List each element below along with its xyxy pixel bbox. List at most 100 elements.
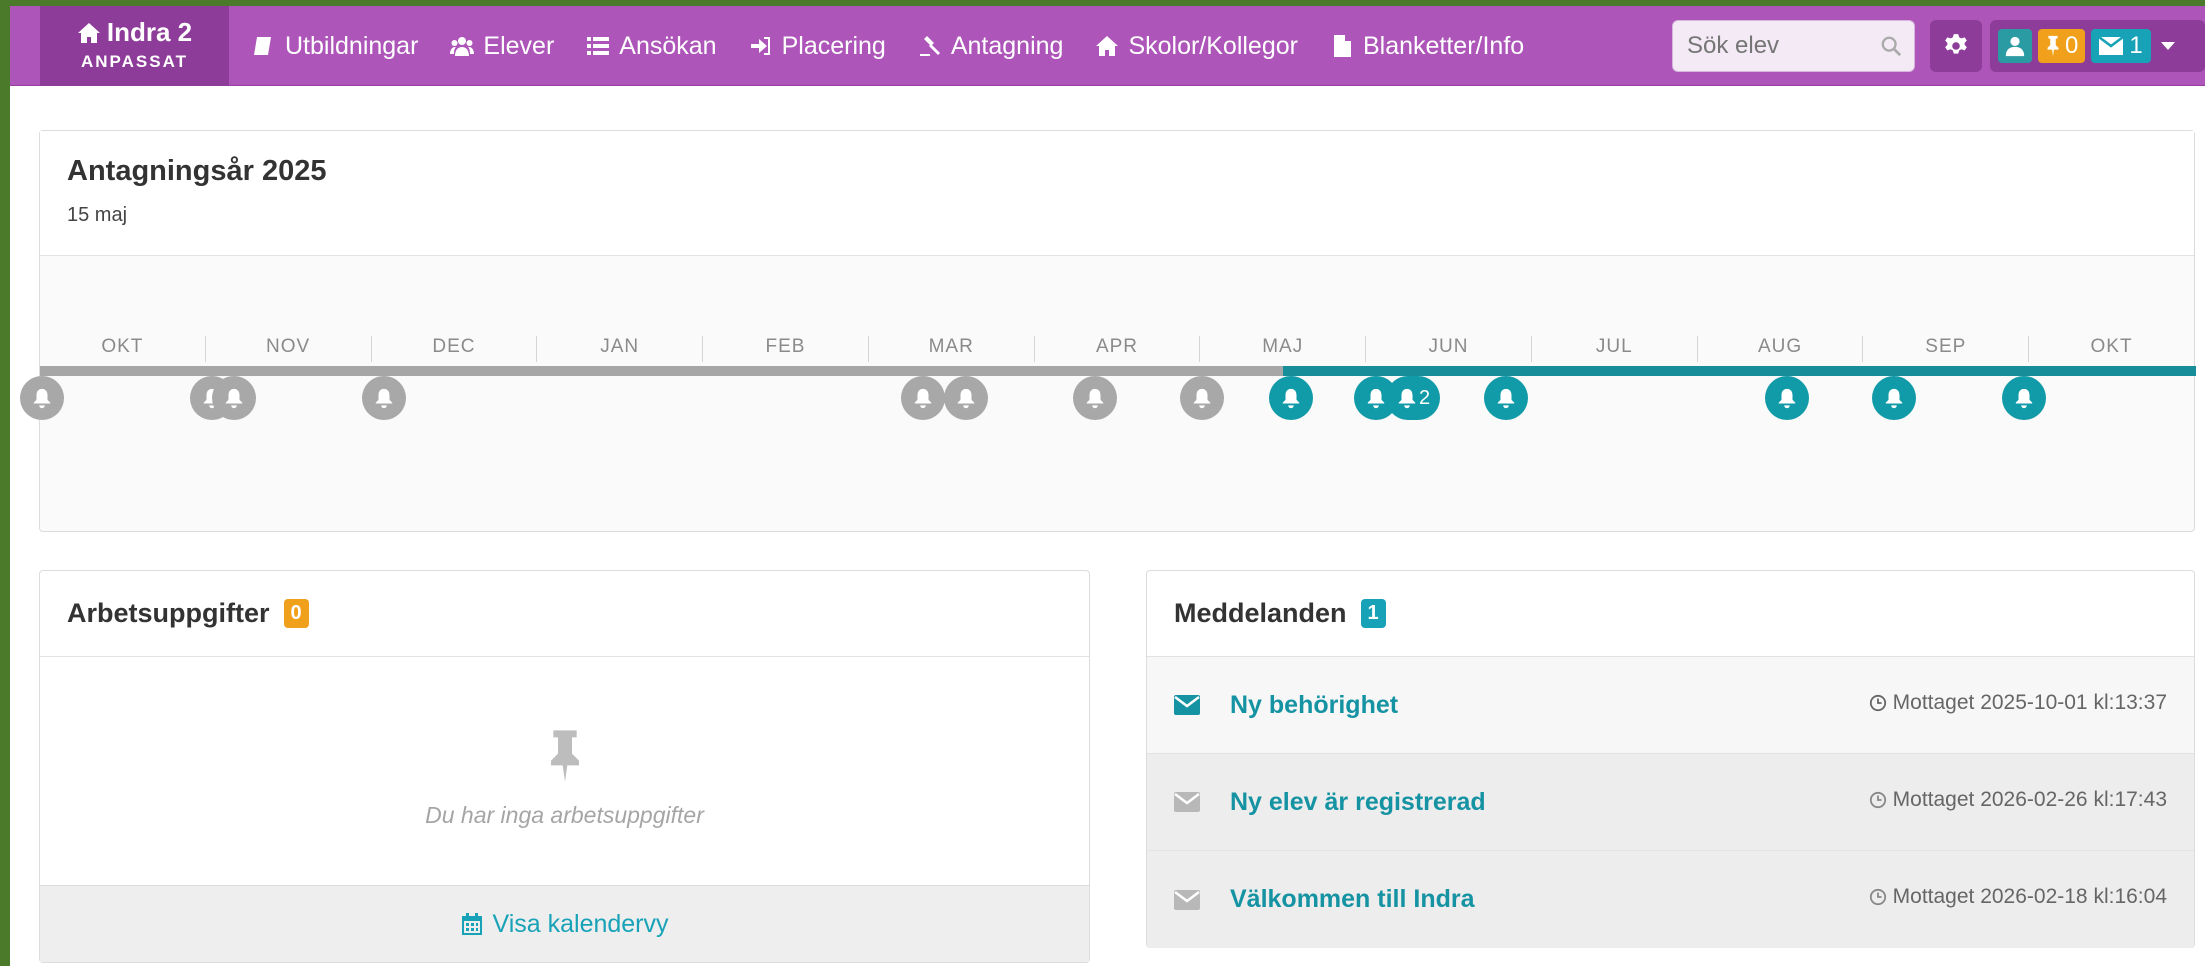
pin-icon xyxy=(2047,35,2059,57)
home-icon xyxy=(1096,36,1119,56)
message-date: Mottaget 2026-02-18 kl:16:04 xyxy=(1869,885,2167,909)
tasks-empty-state: Du har inga arbetsuppgifter xyxy=(40,657,1089,885)
settings-button[interactable] xyxy=(1930,20,1982,72)
brand-subtitle: ANPASSAT xyxy=(81,52,188,71)
timeline-event-bell[interactable] xyxy=(1765,376,1809,420)
timeline-event-bell[interactable] xyxy=(944,376,988,420)
brand-logo[interactable]: Indra 2 ANPASSAT xyxy=(40,6,229,86)
brand-title: Indra 2 xyxy=(106,17,193,47)
bell-icon xyxy=(33,388,51,409)
timeline-event-bell[interactable] xyxy=(2002,376,2046,420)
bell-icon xyxy=(1367,388,1385,409)
tasks-count-badge: 0 xyxy=(283,599,309,628)
timeline-event-bell[interactable] xyxy=(1180,376,1224,420)
clock-icon xyxy=(1869,888,1886,906)
messages-count: 1 xyxy=(2129,32,2143,59)
search-icon[interactable] xyxy=(1880,35,1902,57)
search-input[interactable] xyxy=(1673,21,1863,71)
nav-placering[interactable]: Placering xyxy=(749,32,886,61)
messages-header: Meddelanden 1 xyxy=(1147,571,2194,657)
timeline-event-bell[interactable] xyxy=(901,376,945,420)
bell-icon xyxy=(1086,388,1104,409)
calendar-link-label: Visa kalendervy xyxy=(492,909,669,938)
nav-label: Utbildningar xyxy=(285,31,419,60)
bell-icon xyxy=(914,388,932,409)
nav-label: Ansökan xyxy=(619,31,717,60)
timeline-event-bell[interactable] xyxy=(212,376,256,420)
top-navbar: Indra 2 ANPASSAT Utbildningar Elever Ans… xyxy=(10,6,2205,86)
timeline-event-bell[interactable] xyxy=(1484,376,1528,420)
month-label: SEP xyxy=(1863,336,2030,362)
month-label: JUL xyxy=(1532,336,1698,362)
nav-label: Antagning xyxy=(950,31,1064,60)
messages-badge-button[interactable]: 1 xyxy=(2091,29,2151,63)
nav-elever[interactable]: Elever xyxy=(450,32,554,61)
messages-panel: Meddelanden 1 Ny behörighet Mottaget 202… xyxy=(1146,570,2195,948)
nav-ansokan[interactable]: Ansökan xyxy=(586,31,717,61)
nav-antagning[interactable]: Antagning xyxy=(918,31,1064,61)
user-menu[interactable]: 0 1 xyxy=(1990,20,2205,72)
bell-icon xyxy=(2015,388,2033,409)
message-item[interactable]: Ny elev är registrerad Mottaget 2026-02-… xyxy=(1147,754,2194,851)
message-date-text: Mottaget 2025-10-01 kl:13:37 xyxy=(1892,691,2167,714)
message-date-text: Mottaget 2026-02-26 kl:17:43 xyxy=(1892,788,2167,811)
timeline-event-bell[interactable] xyxy=(362,376,406,420)
nav-blanketter-info[interactable]: Blanketter/Info xyxy=(1330,32,1524,61)
bell-icon xyxy=(1398,388,1416,409)
nav-label: Placering xyxy=(781,31,886,60)
bell-icon xyxy=(1497,388,1515,409)
users-icon xyxy=(450,37,475,56)
chevron-down-icon[interactable] xyxy=(2160,42,2175,50)
message-item[interactable]: Välkommen till Indra Mottaget 2026-02-18… xyxy=(1147,851,2194,948)
timeline-event-bell[interactable] xyxy=(1269,376,1313,420)
main-nav: Utbildningar Elever Ansökan Placering An… xyxy=(252,6,1556,86)
tasks-badge-button[interactable]: 0 xyxy=(2038,29,2086,63)
gear-icon xyxy=(1945,34,1967,54)
tasks-panel: Arbetsuppgifter 0 Du har inga arbetsuppg… xyxy=(39,570,1090,963)
envelope-icon xyxy=(1174,889,1200,910)
month-label: DEC xyxy=(372,336,538,362)
timeline-past-bar xyxy=(40,366,1283,376)
nav-label: Elever xyxy=(483,31,555,60)
message-subject[interactable]: Ny behörighet xyxy=(1230,691,1398,720)
message-subject[interactable]: Välkommen till Indra xyxy=(1230,885,1475,914)
month-label: AUG xyxy=(1698,336,1864,362)
timeline-event-bell-group[interactable]: 2 xyxy=(1386,376,1440,420)
user-icon xyxy=(2005,36,2025,57)
message-date: Mottaget 2026-02-26 kl:17:43 xyxy=(1869,788,2167,812)
bell-icon xyxy=(957,388,975,409)
sign-in-icon xyxy=(750,37,770,55)
timeline-header: Antagningsår 2025 15 maj xyxy=(40,131,2194,256)
user-button[interactable] xyxy=(1998,29,2032,63)
timeline-event-bell[interactable] xyxy=(20,376,64,420)
gavel-icon xyxy=(919,36,940,56)
bell-icon xyxy=(1193,388,1211,409)
timeline-title: Antagningsår 2025 xyxy=(67,155,327,187)
timeline-event-bell[interactable] xyxy=(1872,376,1916,420)
month-label: JAN xyxy=(537,336,704,362)
nav-utbildningar[interactable]: Utbildningar xyxy=(252,32,418,61)
bell-icon xyxy=(225,388,243,409)
message-subject[interactable]: Ny elev är registrerad xyxy=(1230,788,1486,817)
month-label: NOV xyxy=(206,336,372,362)
tasks-count: 0 xyxy=(2065,32,2079,59)
nav-label: Blanketter/Info xyxy=(1362,31,1525,60)
message-date-text: Mottaget 2026-02-18 kl:16:04 xyxy=(1892,885,2167,908)
timeline-panel: Antagningsår 2025 15 maj OKT NOV DEC JAN… xyxy=(20,130,2196,532)
month-label: JUN xyxy=(1366,336,1532,362)
messages-count-badge: 1 xyxy=(1360,599,1386,628)
timeline-months: OKT NOV DEC JAN FEB MAR APR MAJ JUN JUL … xyxy=(40,336,2194,362)
month-label: MAJ xyxy=(1200,336,1367,362)
bell-icon xyxy=(1885,388,1903,409)
timeline-event-bell[interactable] xyxy=(1073,376,1117,420)
timeline-area: OKT NOV DEC JAN FEB MAR APR MAJ JUN JUL … xyxy=(20,256,2196,532)
month-label: OKT xyxy=(40,336,206,362)
month-label: APR xyxy=(1035,336,1201,362)
tasks-header: Arbetsuppgifter 0 xyxy=(40,571,1089,657)
nav-skolor-kollegor[interactable]: Skolor/Kollegor xyxy=(1095,32,1298,61)
calendar-view-link[interactable]: Visa kalendervy xyxy=(40,885,1089,962)
list-icon xyxy=(587,37,610,55)
message-item[interactable]: Ny behörighet Mottaget 2025-10-01 kl:13:… xyxy=(1147,657,2194,754)
messages-title: Meddelanden xyxy=(1174,598,1347,628)
calendar-icon xyxy=(462,913,483,935)
